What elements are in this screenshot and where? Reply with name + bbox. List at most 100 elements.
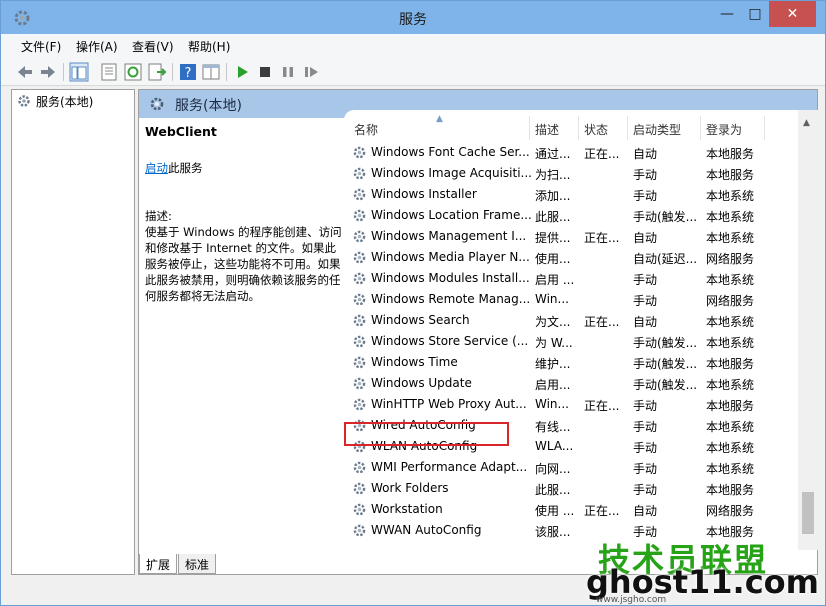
- gear-icon: [353, 335, 366, 348]
- service-log-on-as: 网络服务: [706, 294, 755, 308]
- column-divider[interactable]: [700, 116, 701, 140]
- service-description: 添加...: [535, 189, 571, 203]
- menu-view[interactable]: 查看(V): [132, 38, 174, 55]
- table-row[interactable]: Windows Modules Install... 启用 ... 手动 本地系统: [344, 268, 784, 289]
- restart-service-icon[interactable]: [301, 62, 321, 82]
- menu-help[interactable]: 帮助(H): [188, 38, 230, 55]
- table-row[interactable]: Windows Image Acquisiti... 为扫... 手动 本地服务: [344, 163, 784, 184]
- service-log-on-as: 本地系统: [706, 420, 755, 434]
- service-name: Windows Update: [371, 376, 472, 390]
- service-log-on-as: 本地系统: [706, 189, 755, 203]
- gear-icon: [353, 188, 366, 201]
- table-row[interactable]: Windows Remote Manag... Win... 手动 网络服务: [344, 289, 784, 310]
- service-startup-type: 手动: [633, 441, 658, 455]
- minimize-button[interactable]: —: [713, 1, 741, 27]
- scrollbar-thumb[interactable]: [802, 492, 814, 534]
- refresh-icon[interactable]: [123, 62, 143, 82]
- properties-icon[interactable]: [99, 62, 119, 82]
- table-row[interactable]: WinHTTP Web Proxy Aut... Win... 正在... 手动 本地服…: [344, 394, 784, 415]
- service-name: Windows Location Frame...: [371, 208, 531, 222]
- table-row[interactable]: WMI Performance Adapt... 向网... 手动 本地系统: [344, 457, 784, 478]
- close-button[interactable]: ✕: [769, 1, 816, 27]
- selected-service-name: WebClient: [145, 124, 217, 139]
- table-row[interactable]: Windows Management I... 提供... 正在... 自动 本地系统: [344, 226, 784, 247]
- stop-service-icon[interactable]: [255, 62, 275, 82]
- service-name: Windows Search: [371, 313, 470, 327]
- column-header-description[interactable]: 描述: [535, 121, 559, 138]
- scroll-up-icon[interactable]: ▲: [803, 118, 810, 128]
- menu-action[interactable]: 操作(A): [76, 38, 118, 55]
- gear-icon: [353, 356, 366, 369]
- service-startup-type: 手动: [633, 420, 658, 434]
- menu-file[interactable]: 文件(F): [21, 38, 61, 55]
- table-row[interactable]: Windows Media Player N... 使用... 自动(延迟... 网络…: [344, 247, 784, 268]
- service-log-on-as: 本地系统: [706, 378, 755, 392]
- service-log-on-as: 本地系统: [706, 273, 755, 287]
- toolbar-separator: [226, 63, 227, 81]
- column-header-startup-type[interactable]: 启动类型: [633, 121, 681, 138]
- services-window: 服务 — □ ✕ 文件(F) 操作(A) 查看(V) 帮助(H) ? 服务(本地…: [0, 0, 826, 606]
- gear-icon: [353, 251, 366, 264]
- start-service-suffix: 此服务: [168, 161, 203, 175]
- column-divider[interactable]: [627, 116, 628, 140]
- pause-service-icon[interactable]: [278, 62, 298, 82]
- column-header-log-on-as[interactable]: 登录为: [706, 121, 742, 138]
- table-row[interactable]: Work Folders 此服... 手动 本地服务: [344, 478, 784, 499]
- table-row[interactable]: Windows Font Cache Ser... 通过... 正在... 自动 本地服…: [344, 142, 784, 163]
- table-row[interactable]: Windows Location Frame... 此服... 手动(触发... 本地…: [344, 205, 784, 226]
- column-divider[interactable]: [529, 116, 530, 140]
- service-name: Windows Font Cache Ser...: [371, 145, 530, 159]
- gear-icon: [353, 482, 366, 495]
- table-row[interactable]: Windows Time 维护... 手动(触发... 本地服务: [344, 352, 784, 373]
- table-row[interactable]: Windows Update 启用... 手动(触发... 本地系统: [344, 373, 784, 394]
- start-service-icon[interactable]: [232, 62, 252, 82]
- table-row[interactable]: Windows Installer 添加... 手动 本地系统: [344, 184, 784, 205]
- table-row[interactable]: Windows Search 为文... 正在... 自动 本地系统: [344, 310, 784, 331]
- forward-arrow-icon[interactable]: [38, 62, 58, 82]
- action-pane-icon[interactable]: [201, 62, 221, 82]
- table-row[interactable]: Workstation 使用 ... 正在... 自动 网络服务: [344, 499, 784, 520]
- service-name: WMI Performance Adapt...: [371, 460, 528, 474]
- column-header-row: ▲ 名称 描述 状态 启动类型 登录为: [344, 114, 818, 140]
- vertical-scrollbar[interactable]: ▲: [798, 110, 818, 550]
- service-log-on-as: 本地服务: [706, 168, 755, 182]
- window-title: 服务: [399, 12, 427, 28]
- start-service-link[interactable]: 启动: [145, 161, 168, 175]
- tab-extended[interactable]: 扩展: [139, 554, 178, 574]
- tree-item-label: 服务(本地): [36, 95, 94, 109]
- column-header-status[interactable]: 状态: [584, 121, 608, 138]
- export-list-icon[interactable]: [147, 62, 167, 82]
- service-description: 向网...: [535, 462, 571, 476]
- service-startup-type: 手动(触发...: [633, 336, 698, 350]
- maximize-button[interactable]: □: [741, 1, 769, 27]
- service-description: 启用 ...: [535, 273, 575, 287]
- show-console-tree-icon[interactable]: [69, 62, 89, 82]
- gear-icon: [353, 209, 366, 222]
- column-divider[interactable]: [578, 116, 579, 140]
- service-startup-type: 手动: [633, 462, 658, 476]
- column-divider[interactable]: [764, 116, 765, 140]
- service-name: Windows Installer: [371, 187, 477, 201]
- services-pane: 服务(本地) WebClient 启动此服务 描述: 使基于 Windows 的…: [138, 89, 818, 575]
- service-description: 此服...: [535, 483, 571, 497]
- service-name: Workstation: [371, 502, 443, 516]
- service-startup-type: 手动: [633, 168, 658, 182]
- service-log-on-as: 本地服务: [706, 399, 755, 413]
- service-description: 提供...: [535, 231, 571, 245]
- service-name: Windows Modules Install...: [371, 271, 530, 285]
- service-description: 通过...: [535, 147, 571, 161]
- service-name: Windows Media Player N...: [371, 250, 530, 264]
- service-name: Work Folders: [371, 481, 449, 495]
- service-startup-type: 手动(触发...: [633, 357, 698, 371]
- pane-title: 服务(本地): [175, 98, 242, 114]
- service-log-on-as: 本地服务: [706, 357, 755, 371]
- svg-text:?: ?: [185, 66, 192, 81]
- help-icon[interactable]: ?: [178, 62, 198, 82]
- service-startup-type: 自动: [633, 315, 658, 329]
- column-header-name[interactable]: 名称: [354, 121, 378, 138]
- table-row[interactable]: Windows Store Service (... 为 W... 手动(触发...…: [344, 331, 784, 352]
- tree-item-services-local[interactable]: 服务(本地): [16, 93, 96, 109]
- title-bar[interactable]: 服务 — □ ✕: [1, 1, 825, 34]
- tab-standard[interactable]: 标准: [178, 554, 217, 574]
- back-arrow-icon[interactable]: [15, 62, 35, 82]
